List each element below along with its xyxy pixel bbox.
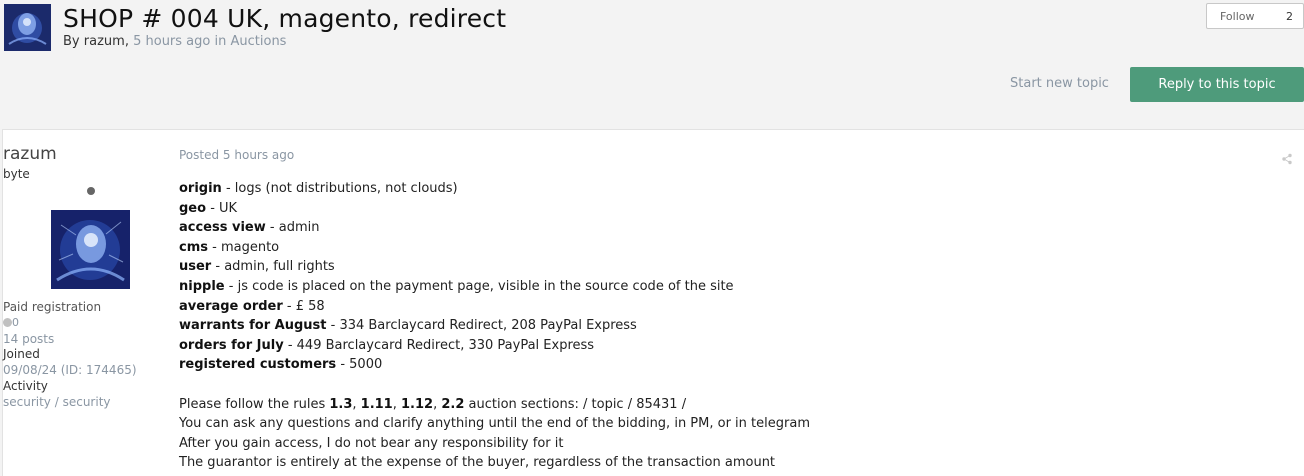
follow-count: 2 xyxy=(1286,9,1293,23)
topic-byline: By razum, 5 hours ago in Auctions xyxy=(63,34,286,49)
note-line: The guarantor is entirely at the expense… xyxy=(179,455,776,471)
post-author-rank: byte xyxy=(3,167,30,181)
share-icon[interactable] xyxy=(1281,150,1293,165)
note-line: After you gain access, I do not bear any… xyxy=(179,435,564,451)
start-new-topic-link[interactable]: Start new topic xyxy=(1010,76,1109,91)
post-date[interactable]: Posted 5 hours ago xyxy=(179,148,294,162)
topic-author-avatar[interactable] xyxy=(4,4,51,51)
field-line: average order - £ 58 xyxy=(179,298,325,314)
field-line: origin - logs (not distributions, not cl… xyxy=(179,181,458,196)
page-title: SHOP # 004 UK, magento, redirect xyxy=(63,4,507,33)
byline-forum-link[interactable]: Auctions xyxy=(231,34,287,49)
post-content: origin - logs (not distributions, not cl… xyxy=(179,179,810,473)
post-author-reputation: 0 xyxy=(3,316,179,329)
field-line: user - admin, full rights xyxy=(179,259,335,275)
follow-label: Follow xyxy=(1220,9,1255,23)
field-line: access view - admin xyxy=(179,220,320,236)
post-author-name[interactable]: razum xyxy=(3,144,179,164)
note-line: You can ask any questions and clarify an… xyxy=(179,416,810,432)
follow-button[interactable]: Follow 2 xyxy=(1206,3,1304,29)
reputation-dot-icon xyxy=(3,318,12,327)
joined-value: 09/08/24 (ID: 174465) xyxy=(3,363,137,377)
field-line: geo - UK xyxy=(179,200,238,216)
field-line: cms - magento xyxy=(179,239,280,255)
byline-time: 5 hours ago xyxy=(133,34,211,49)
field-line: nipple - js code is placed on the paymen… xyxy=(179,278,734,294)
field-line: warrants for August - 334 Barclaycard Re… xyxy=(179,318,637,334)
reputation-value: 0 xyxy=(12,316,19,329)
field-line: orders for July - 449 Barclaycard Redire… xyxy=(179,337,595,353)
activity-value: security / security xyxy=(3,395,111,409)
rules-line: Please follow the rules 1.3, 1.11, 1.12,… xyxy=(179,396,687,412)
reply-button[interactable]: Reply to this topic xyxy=(1130,67,1304,102)
status-dot-icon xyxy=(87,187,95,195)
post-author-posts[interactable]: 14 posts xyxy=(3,332,179,346)
byline-comma: , xyxy=(124,34,129,49)
field-line: registered customers - 5000 xyxy=(179,357,383,373)
post: razum byte Paid registration 0 14 posts … xyxy=(2,129,1304,476)
byline-prefix: By xyxy=(63,34,80,49)
post-author-avatar[interactable] xyxy=(51,210,130,289)
byline-author-link[interactable]: razum xyxy=(84,34,125,49)
byline-in: in xyxy=(214,34,227,49)
joined-label: Joined xyxy=(3,347,40,361)
activity-label: Activity xyxy=(3,379,48,393)
post-author-group: Paid registration xyxy=(3,300,102,314)
